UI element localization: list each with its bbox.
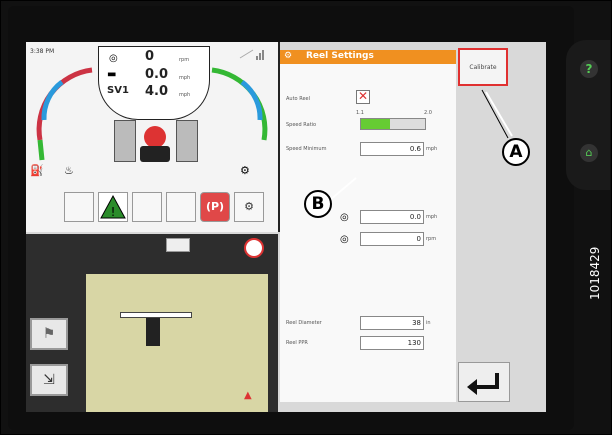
callout-a: A [502, 138, 530, 166]
callout-lines [329, 89, 513, 201]
callout-b: B [304, 190, 332, 218]
document-id: 1018429 [588, 246, 602, 300]
